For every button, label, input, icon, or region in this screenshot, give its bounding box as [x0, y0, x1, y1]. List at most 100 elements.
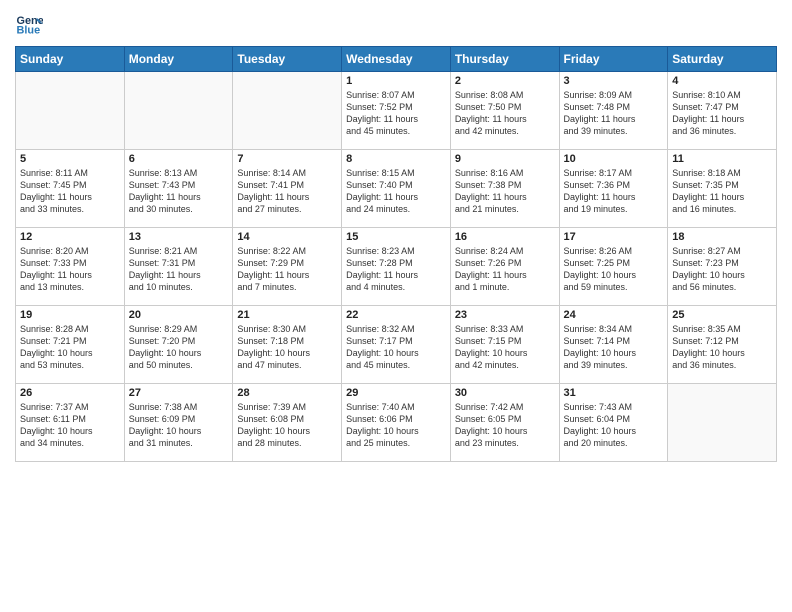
calendar-cell: 4 Sunrise: 8:10 AM Sunset: 7:47 PM Daylig… — [668, 72, 777, 150]
calendar-cell: 20 Sunrise: 8:29 AM Sunset: 7:20 PM Dayli… — [124, 306, 233, 384]
calendar-cell: 30 Sunrise: 7:42 AM Sunset: 6:05 PM Dayli… — [450, 384, 559, 462]
day-info: Sunrise: 8:16 AM Sunset: 7:38 PM Dayligh… — [455, 167, 555, 216]
calendar-cell: 2Sunrise: 8:08 AM Sunset: 7:50 PM Daylig… — [450, 72, 559, 150]
day-info: Sunrise: 8:17 AM Sunset: 7:36 PM Dayligh… — [564, 167, 664, 216]
day-number: 16 — [455, 231, 555, 243]
weekday-header: Monday — [124, 47, 233, 72]
day-number: 4 — [672, 75, 772, 87]
calendar: SundayMondayTuesdayWednesdayThursdayFrid… — [15, 46, 777, 462]
calendar-week-row: 1 Sunrise: 8:07 AM Sunset: 7:52 PM Daylig… — [16, 72, 777, 150]
calendar-cell: 15Sunrise: 8:23 AM Sunset: 7:28 PM Dayli… — [342, 228, 451, 306]
calendar-cell: 27Sunrise: 7:38 AM Sunset: 6:09 PM Dayli… — [124, 384, 233, 462]
calendar-cell: 28 Sunrise: 7:39 AM Sunset: 6:08 PM Dayli… — [233, 384, 342, 462]
day-number: 29 — [346, 387, 446, 399]
day-number: 28 — [237, 387, 337, 399]
day-number: 27 — [129, 387, 229, 399]
calendar-cell: 24 Sunrise: 8:34 AM Sunset: 7:14 PM Dayli… — [559, 306, 668, 384]
calendar-week-row: 19 Sunrise: 8:28 AM Sunset: 7:21 PM Dayli… — [16, 306, 777, 384]
calendar-cell: 1 Sunrise: 8:07 AM Sunset: 7:52 PM Daylig… — [342, 72, 451, 150]
day-number: 12 — [20, 231, 120, 243]
weekday-header: Friday — [559, 47, 668, 72]
calendar-cell: 5 Sunrise: 8:11 AM Sunset: 7:45 PM Daylig… — [16, 150, 125, 228]
calendar-week-row: 26 Sunrise: 7:37 AM Sunset: 6:11 PM Dayli… — [16, 384, 777, 462]
day-info: Sunrise: 8:33 AM Sunset: 7:15 PM Dayligh… — [455, 323, 555, 372]
calendar-cell — [233, 72, 342, 150]
calendar-cell: 14 Sunrise: 8:22 AM Sunset: 7:29 PM Dayli… — [233, 228, 342, 306]
calendar-cell: 10 Sunrise: 8:17 AM Sunset: 7:36 PM Dayli… — [559, 150, 668, 228]
day-number: 2 — [455, 75, 555, 87]
day-number: 18 — [672, 231, 772, 243]
calendar-cell: 29Sunrise: 7:40 AM Sunset: 6:06 PM Dayli… — [342, 384, 451, 462]
calendar-cell: 9 Sunrise: 8:16 AM Sunset: 7:38 PM Daylig… — [450, 150, 559, 228]
day-info: Sunrise: 8:11 AM Sunset: 7:45 PM Dayligh… — [20, 167, 120, 216]
day-info: Sunrise: 8:29 AM Sunset: 7:20 PM Dayligh… — [129, 323, 229, 372]
logo: General Blue — [15, 10, 47, 38]
day-info: Sunrise: 8:32 AM Sunset: 7:17 PM Dayligh… — [346, 323, 446, 372]
calendar-cell: 17 Sunrise: 8:26 AM Sunset: 7:25 PM Dayli… — [559, 228, 668, 306]
day-number: 1 — [346, 75, 446, 87]
day-info: Sunrise: 8:23 AM Sunset: 7:28 PM Dayligh… — [346, 245, 446, 294]
calendar-cell: 13 Sunrise: 8:21 AM Sunset: 7:31 PM Dayli… — [124, 228, 233, 306]
day-info: Sunrise: 8:27 AM Sunset: 7:23 PM Dayligh… — [672, 245, 772, 294]
calendar-cell — [16, 72, 125, 150]
logo-icon: General Blue — [15, 10, 43, 38]
day-info: Sunrise: 8:30 AM Sunset: 7:18 PM Dayligh… — [237, 323, 337, 372]
calendar-cell: 8Sunrise: 8:15 AM Sunset: 7:40 PM Daylig… — [342, 150, 451, 228]
calendar-cell — [668, 384, 777, 462]
day-info: Sunrise: 7:37 AM Sunset: 6:11 PM Dayligh… — [20, 401, 120, 450]
calendar-cell: 21 Sunrise: 8:30 AM Sunset: 7:18 PM Dayli… — [233, 306, 342, 384]
day-info: Sunrise: 7:39 AM Sunset: 6:08 PM Dayligh… — [237, 401, 337, 450]
calendar-cell: 3 Sunrise: 8:09 AM Sunset: 7:48 PM Daylig… — [559, 72, 668, 150]
day-number: 3 — [564, 75, 664, 87]
day-number: 14 — [237, 231, 337, 243]
day-info: Sunrise: 8:34 AM Sunset: 7:14 PM Dayligh… — [564, 323, 664, 372]
day-number: 25 — [672, 309, 772, 321]
day-number: 9 — [455, 153, 555, 165]
weekday-header: Thursday — [450, 47, 559, 72]
day-info: Sunrise: 8:13 AM Sunset: 7:43 PM Dayligh… — [129, 167, 229, 216]
day-info: Sunrise: 7:42 AM Sunset: 6:05 PM Dayligh… — [455, 401, 555, 450]
day-info: Sunrise: 8:26 AM Sunset: 7:25 PM Dayligh… — [564, 245, 664, 294]
calendar-cell: 23 Sunrise: 8:33 AM Sunset: 7:15 PM Dayli… — [450, 306, 559, 384]
day-number: 24 — [564, 309, 664, 321]
calendar-cell: 7 Sunrise: 8:14 AM Sunset: 7:41 PM Daylig… — [233, 150, 342, 228]
day-number: 5 — [20, 153, 120, 165]
calendar-cell: 12 Sunrise: 8:20 AM Sunset: 7:33 PM Dayli… — [16, 228, 125, 306]
day-number: 10 — [564, 153, 664, 165]
day-number: 26 — [20, 387, 120, 399]
weekday-header: Tuesday — [233, 47, 342, 72]
day-info: Sunrise: 7:43 AM Sunset: 6:04 PM Dayligh… — [564, 401, 664, 450]
day-number: 17 — [564, 231, 664, 243]
day-number: 20 — [129, 309, 229, 321]
day-number: 13 — [129, 231, 229, 243]
day-info: Sunrise: 8:18 AM Sunset: 7:35 PM Dayligh… — [672, 167, 772, 216]
day-number: 30 — [455, 387, 555, 399]
weekday-header: Sunday — [16, 47, 125, 72]
calendar-cell: 11 Sunrise: 8:18 AM Sunset: 7:35 PM Dayli… — [668, 150, 777, 228]
day-number: 11 — [672, 153, 772, 165]
day-number: 21 — [237, 309, 337, 321]
calendar-cell: 22Sunrise: 8:32 AM Sunset: 7:17 PM Dayli… — [342, 306, 451, 384]
day-info: Sunrise: 8:28 AM Sunset: 7:21 PM Dayligh… — [20, 323, 120, 372]
day-number: 7 — [237, 153, 337, 165]
calendar-cell: 25Sunrise: 8:35 AM Sunset: 7:12 PM Dayli… — [668, 306, 777, 384]
day-info: Sunrise: 8:22 AM Sunset: 7:29 PM Dayligh… — [237, 245, 337, 294]
day-number: 23 — [455, 309, 555, 321]
day-number: 19 — [20, 309, 120, 321]
day-number: 31 — [564, 387, 664, 399]
header: General Blue — [15, 10, 777, 38]
calendar-week-row: 5 Sunrise: 8:11 AM Sunset: 7:45 PM Daylig… — [16, 150, 777, 228]
calendar-cell: 6Sunrise: 8:13 AM Sunset: 7:43 PM Daylig… — [124, 150, 233, 228]
day-info: Sunrise: 8:07 AM Sunset: 7:52 PM Dayligh… — [346, 89, 446, 138]
day-info: Sunrise: 8:14 AM Sunset: 7:41 PM Dayligh… — [237, 167, 337, 216]
day-info: Sunrise: 8:21 AM Sunset: 7:31 PM Dayligh… — [129, 245, 229, 294]
day-info: Sunrise: 8:15 AM Sunset: 7:40 PM Dayligh… — [346, 167, 446, 216]
day-info: Sunrise: 8:20 AM Sunset: 7:33 PM Dayligh… — [20, 245, 120, 294]
day-info: Sunrise: 8:09 AM Sunset: 7:48 PM Dayligh… — [564, 89, 664, 138]
day-info: Sunrise: 8:10 AM Sunset: 7:47 PM Dayligh… — [672, 89, 772, 138]
calendar-cell: 16 Sunrise: 8:24 AM Sunset: 7:26 PM Dayli… — [450, 228, 559, 306]
calendar-cell: 18 Sunrise: 8:27 AM Sunset: 7:23 PM Dayli… — [668, 228, 777, 306]
weekday-header: Saturday — [668, 47, 777, 72]
day-info: Sunrise: 8:24 AM Sunset: 7:26 PM Dayligh… — [455, 245, 555, 294]
calendar-header-row: SundayMondayTuesdayWednesdayThursdayFrid… — [16, 47, 777, 72]
